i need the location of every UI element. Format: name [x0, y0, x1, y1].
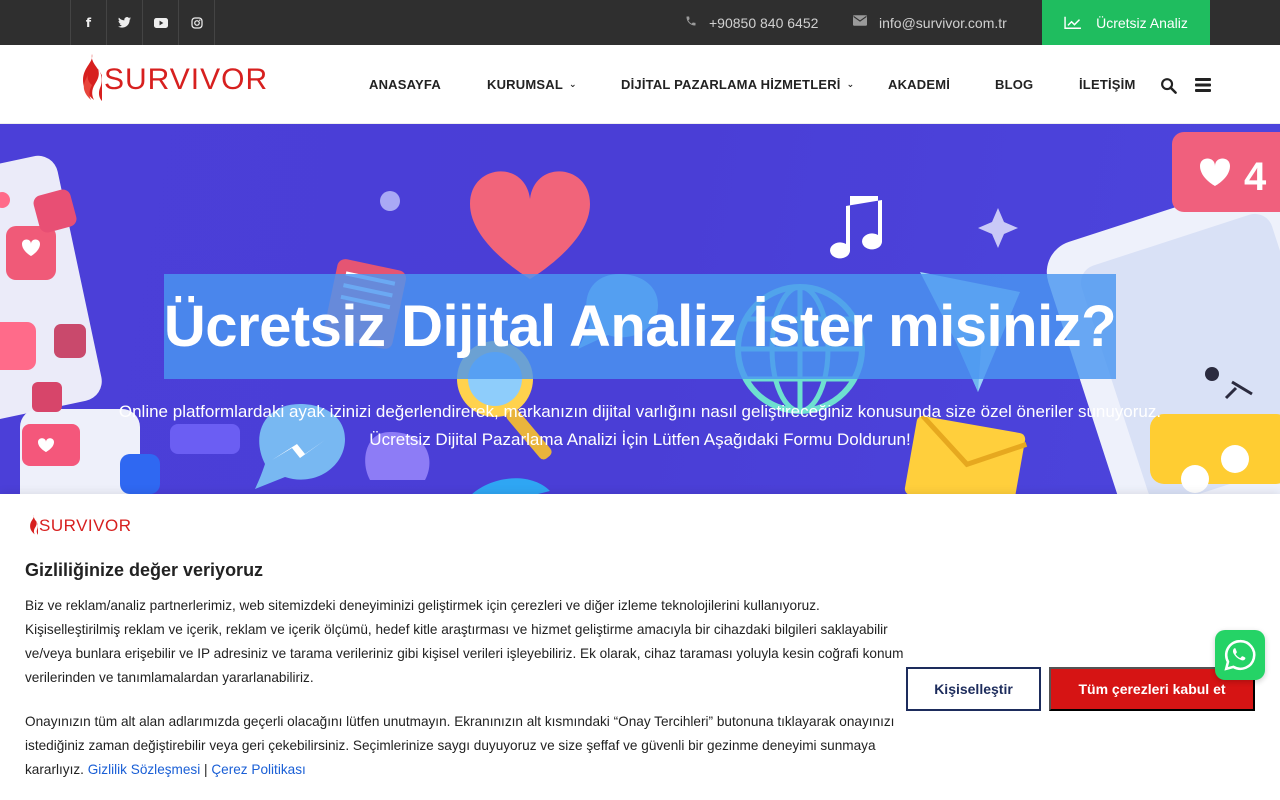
- free-analysis-label: Ücretsiz Analiz: [1096, 14, 1188, 31]
- flame-icon: [30, 515, 38, 535]
- svg-text:4: 4: [1244, 155, 1267, 199]
- cookie-policy-link[interactable]: Çerez Politikası: [211, 762, 305, 777]
- cookie-paragraph-1: Biz ve reklam/analiz partnerlerimiz, web…: [25, 598, 904, 685]
- logo-text: SURVIVOR: [104, 63, 269, 96]
- hero-subtitle: Online platformlardaki ayak izinizi değe…: [100, 398, 1180, 454]
- flame-icon: [83, 54, 102, 101]
- cookie-paragraph-2: Onayınızın tüm alt alan adlarımızda geçe…: [25, 710, 905, 782]
- phone-number: +90850 840 6452: [709, 14, 819, 31]
- social-links: f: [70, 0, 215, 45]
- email-address: info@survivor.com.tr: [879, 14, 1007, 31]
- phone-contact[interactable]: +90850 840 6452: [685, 0, 818, 45]
- menu-icon[interactable]: [1193, 75, 1213, 95]
- nav-label: İLETİŞİM: [1079, 77, 1136, 92]
- cookie-consent-banner: SURVIVOR Gizliliğinize değer veriyoruz B…: [0, 494, 1280, 800]
- whatsapp-icon: [1224, 639, 1256, 671]
- search-icon[interactable]: [1158, 75, 1178, 95]
- cookie-title: Gizliliğinize değer veriyoruz: [25, 560, 264, 580]
- chevron-down-icon: ⌄: [846, 79, 855, 90]
- privacy-policy-link[interactable]: Gizlilik Sözleşmesi: [88, 762, 201, 777]
- hero-title: Ücretsiz Dijital Analiz İster misiniz?: [163, 294, 1117, 359]
- hero-subtitle-line1: Online platformlardaki ayak izinizi değe…: [118, 402, 1162, 421]
- phone-icon: [685, 15, 697, 31]
- envelope-icon: [853, 15, 867, 30]
- hero-subtitle-line2: Ücretsiz Dijital Pazarlama Analizi İçin …: [369, 430, 911, 449]
- nav-iletisim[interactable]: İLETİŞİM: [1079, 45, 1136, 124]
- youtube-icon[interactable]: [142, 0, 178, 45]
- nav-label: KURUMSAL: [487, 77, 563, 92]
- email-contact[interactable]: info@survivor.com.tr: [853, 0, 1007, 45]
- cookie-logo: SURVIVOR: [28, 512, 132, 540]
- site-header: SURVIVOR ANASAYFA KURUMSAL ⌄ DİJİTAL PAZA…: [0, 45, 1280, 124]
- cookie-logo-text: SURVIVOR: [39, 516, 132, 535]
- nav-label: AKADEMİ: [888, 77, 951, 92]
- link-separator: |: [204, 762, 208, 777]
- nav-akademi[interactable]: AKADEMİ: [888, 45, 950, 124]
- logo[interactable]: SURVIVOR: [78, 52, 268, 108]
- nav-label: ANASAYFA: [369, 77, 441, 92]
- nav-kurumsal[interactable]: KURUMSAL ⌄: [487, 45, 577, 124]
- chevron-down-icon: ⌄: [568, 79, 577, 90]
- nav-label: BLOG: [995, 77, 1034, 92]
- nav-dijital-pazarlama[interactable]: DİJİTAL PAZARLAMA HİZMETLERİ ⌄: [621, 45, 854, 124]
- facebook-icon[interactable]: f: [70, 0, 106, 45]
- twitter-icon[interactable]: [106, 0, 142, 45]
- customize-button[interactable]: Kişiselleştir: [906, 667, 1041, 711]
- nav-blog[interactable]: BLOG: [995, 45, 1033, 124]
- nav-anasayfa[interactable]: ANASAYFA: [369, 45, 441, 124]
- free-analysis-button[interactable]: Ücretsiz Analiz: [1042, 0, 1210, 45]
- hero-banner: 4 Ücretsiz Dijital Analiz İster misiniz?…: [0, 124, 1280, 496]
- nav-label: DİJİTAL PAZARLAMA HİZMETLERİ: [621, 77, 841, 92]
- instagram-icon[interactable]: [178, 0, 215, 45]
- chart-line-icon: [1064, 16, 1082, 29]
- top-bar: f +90850 840 6452 info@survivor.com.tr Ü…: [0, 0, 1280, 45]
- whatsapp-chat-button[interactable]: [1215, 630, 1265, 680]
